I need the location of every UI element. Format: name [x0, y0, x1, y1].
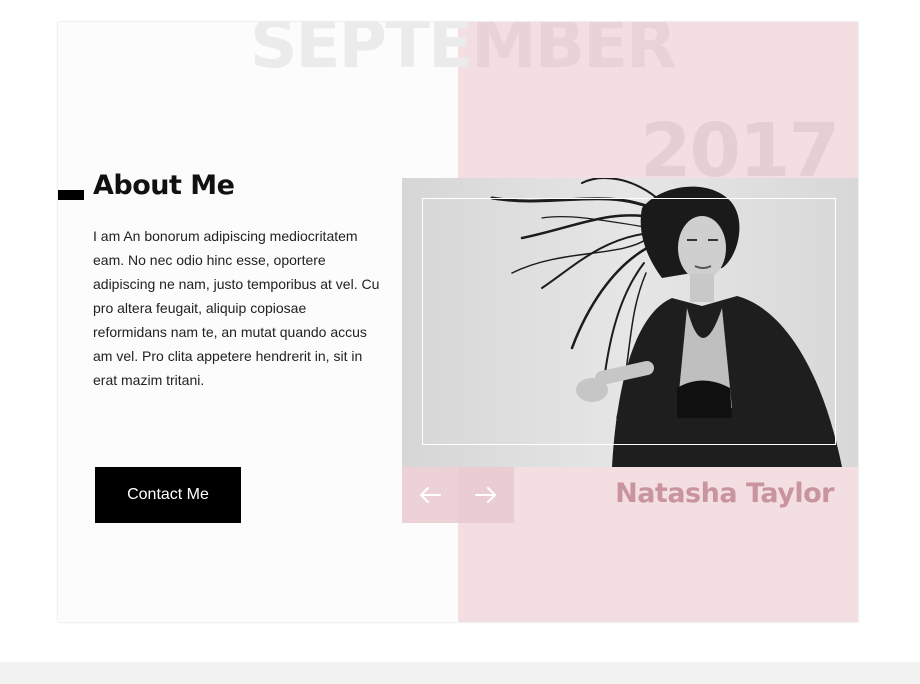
section-title: About Me	[93, 170, 235, 201]
profile-photo	[402, 178, 858, 467]
bio-text: I am An bonorum adipiscing mediocritatem…	[93, 228, 380, 388]
photo-frame	[422, 198, 836, 445]
background-month-text: SEPTEMBER	[250, 22, 677, 83]
background-month-part2: MBER	[471, 22, 677, 83]
prev-slide-button[interactable]	[402, 467, 458, 523]
background-month-part1: SEPTE	[250, 22, 473, 83]
next-slide-button[interactable]	[458, 467, 514, 523]
arrow-left-icon	[420, 487, 441, 503]
arrow-right-icon	[475, 487, 496, 503]
profile-name: Natasha Taylor	[615, 478, 834, 509]
about-card: SEPTEMBER 2017 About Me I am An bonorum …	[58, 22, 858, 622]
title-accent-bar	[58, 190, 84, 200]
footer-strip	[0, 662, 920, 684]
contact-me-button[interactable]: Contact Me	[95, 467, 241, 523]
